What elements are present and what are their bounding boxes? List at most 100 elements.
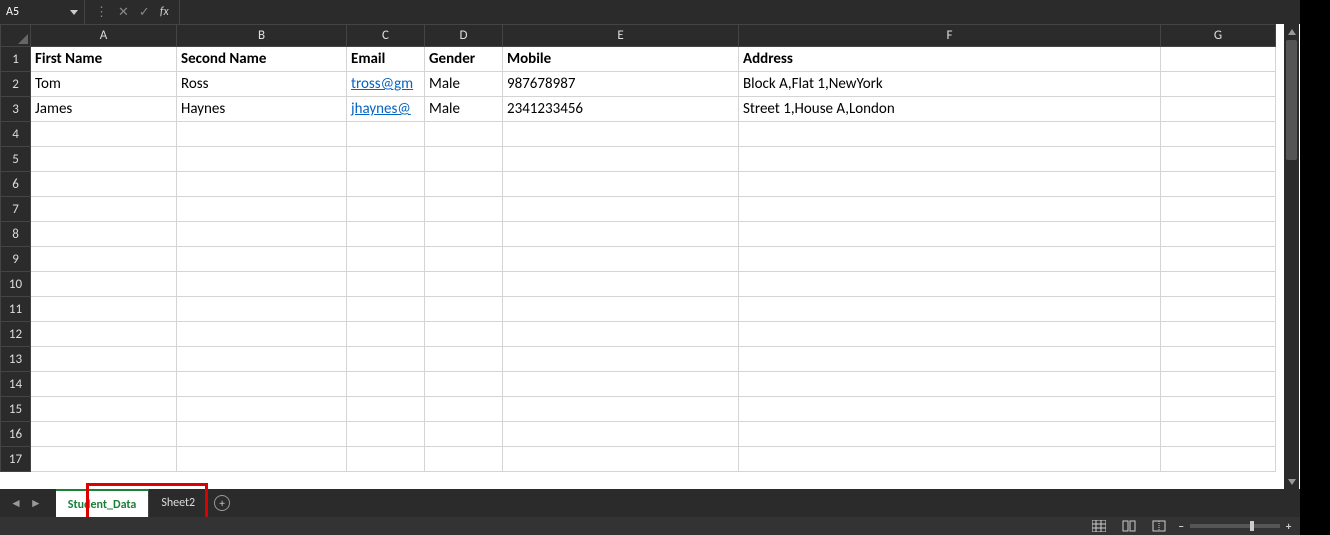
fx-icon[interactable]: fx bbox=[160, 5, 169, 19]
cell[interactable] bbox=[425, 197, 503, 222]
cell[interactable] bbox=[739, 172, 1161, 197]
cell[interactable] bbox=[503, 397, 739, 422]
cell[interactable] bbox=[347, 197, 425, 222]
cell[interactable]: Male bbox=[425, 97, 503, 122]
cell[interactable] bbox=[739, 222, 1161, 247]
grid[interactable]: A B C D E F G 1First NameSecond NameEmai… bbox=[0, 24, 1330, 489]
sheet-tab[interactable]: Sheet2 bbox=[149, 489, 208, 517]
col-header-F[interactable]: F bbox=[739, 25, 1161, 47]
cell[interactable] bbox=[425, 422, 503, 447]
cell[interactable]: 987678987 bbox=[503, 72, 739, 97]
col-header-E[interactable]: E bbox=[503, 25, 739, 47]
cell[interactable]: First Name bbox=[31, 47, 177, 72]
zoom-out-button[interactable]: − bbox=[1178, 520, 1183, 533]
cell[interactable] bbox=[425, 272, 503, 297]
cell[interactable] bbox=[425, 397, 503, 422]
email-link[interactable]: tross@gm bbox=[351, 75, 413, 93]
cell[interactable] bbox=[177, 172, 347, 197]
cell[interactable] bbox=[31, 147, 177, 172]
zoom-slider[interactable]: − + bbox=[1178, 520, 1291, 533]
select-all-corner[interactable] bbox=[1, 25, 31, 47]
cell[interactable] bbox=[503, 222, 739, 247]
row-header-7[interactable]: 7 bbox=[1, 197, 31, 222]
cell[interactable]: jhaynes@ bbox=[347, 97, 425, 122]
row-header-1[interactable]: 1 bbox=[1, 47, 31, 72]
cell[interactable] bbox=[739, 447, 1161, 472]
cell[interactable] bbox=[503, 322, 739, 347]
cell[interactable] bbox=[503, 447, 739, 472]
cell[interactable] bbox=[1161, 122, 1276, 147]
cell[interactable] bbox=[177, 247, 347, 272]
cell[interactable] bbox=[31, 172, 177, 197]
cell[interactable] bbox=[347, 222, 425, 247]
cell[interactable] bbox=[503, 297, 739, 322]
cell[interactable] bbox=[31, 247, 177, 272]
row-header-12[interactable]: 12 bbox=[1, 322, 31, 347]
cell[interactable] bbox=[177, 122, 347, 147]
cell[interactable] bbox=[503, 372, 739, 397]
cell[interactable] bbox=[347, 247, 425, 272]
cell[interactable] bbox=[1161, 322, 1276, 347]
cell[interactable] bbox=[739, 122, 1161, 147]
cell[interactable]: 2341233456 bbox=[503, 97, 739, 122]
cell[interactable] bbox=[1161, 422, 1276, 447]
cell[interactable]: Second Name bbox=[177, 47, 347, 72]
col-header-C[interactable]: C bbox=[347, 25, 425, 47]
cell[interactable] bbox=[739, 372, 1161, 397]
cell[interactable] bbox=[503, 247, 739, 272]
cell[interactable] bbox=[1161, 347, 1276, 372]
col-header-A[interactable]: A bbox=[31, 25, 177, 47]
cell[interactable] bbox=[347, 122, 425, 147]
cell[interactable] bbox=[177, 422, 347, 447]
scroll-down-button[interactable] bbox=[1284, 474, 1299, 489]
row-header-4[interactable]: 4 bbox=[1, 122, 31, 147]
row-header-2[interactable]: 2 bbox=[1, 72, 31, 97]
row-header-15[interactable]: 15 bbox=[1, 397, 31, 422]
cell[interactable] bbox=[425, 447, 503, 472]
cell[interactable]: tross@gm bbox=[347, 72, 425, 97]
row-header-9[interactable]: 9 bbox=[1, 247, 31, 272]
zoom-in-button[interactable]: + bbox=[1286, 520, 1291, 533]
cell[interactable] bbox=[425, 372, 503, 397]
cell[interactable] bbox=[739, 322, 1161, 347]
tab-prev-button[interactable]: ◄ bbox=[10, 496, 22, 511]
row-header-14[interactable]: 14 bbox=[1, 372, 31, 397]
cell[interactable] bbox=[347, 322, 425, 347]
cell[interactable] bbox=[739, 147, 1161, 172]
view-normal-button[interactable] bbox=[1088, 519, 1110, 533]
cell[interactable]: Address bbox=[739, 47, 1161, 72]
cell[interactable] bbox=[503, 172, 739, 197]
cell[interactable] bbox=[1161, 97, 1276, 122]
cell[interactable] bbox=[31, 297, 177, 322]
formula-input[interactable] bbox=[180, 0, 1310, 24]
cell[interactable] bbox=[503, 197, 739, 222]
cell[interactable] bbox=[31, 197, 177, 222]
cell[interactable] bbox=[739, 272, 1161, 297]
cell[interactable] bbox=[1161, 247, 1276, 272]
cancel-icon[interactable]: ✕ bbox=[118, 6, 129, 19]
cell[interactable] bbox=[347, 372, 425, 397]
cell[interactable]: Tom bbox=[31, 72, 177, 97]
cell[interactable]: Email bbox=[347, 47, 425, 72]
cell[interactable]: Ross bbox=[177, 72, 347, 97]
cell[interactable] bbox=[31, 422, 177, 447]
cell[interactable] bbox=[177, 347, 347, 372]
cell[interactable] bbox=[31, 122, 177, 147]
cell[interactable] bbox=[425, 172, 503, 197]
zoom-track[interactable] bbox=[1190, 524, 1280, 528]
cell[interactable] bbox=[1161, 222, 1276, 247]
name-box[interactable]: A5 bbox=[0, 0, 85, 24]
row-header-3[interactable]: 3 bbox=[1, 97, 31, 122]
cell[interactable] bbox=[425, 322, 503, 347]
cell[interactable] bbox=[177, 372, 347, 397]
cell[interactable] bbox=[347, 422, 425, 447]
email-link[interactable]: jhaynes@ bbox=[351, 100, 411, 118]
cell[interactable] bbox=[1161, 172, 1276, 197]
cell[interactable] bbox=[503, 347, 739, 372]
cell[interactable] bbox=[1161, 297, 1276, 322]
cell[interactable] bbox=[347, 147, 425, 172]
cell[interactable] bbox=[1161, 197, 1276, 222]
cell[interactable]: Haynes bbox=[177, 97, 347, 122]
add-sheet-button[interactable]: + bbox=[208, 495, 236, 511]
row-header-13[interactable]: 13 bbox=[1, 347, 31, 372]
